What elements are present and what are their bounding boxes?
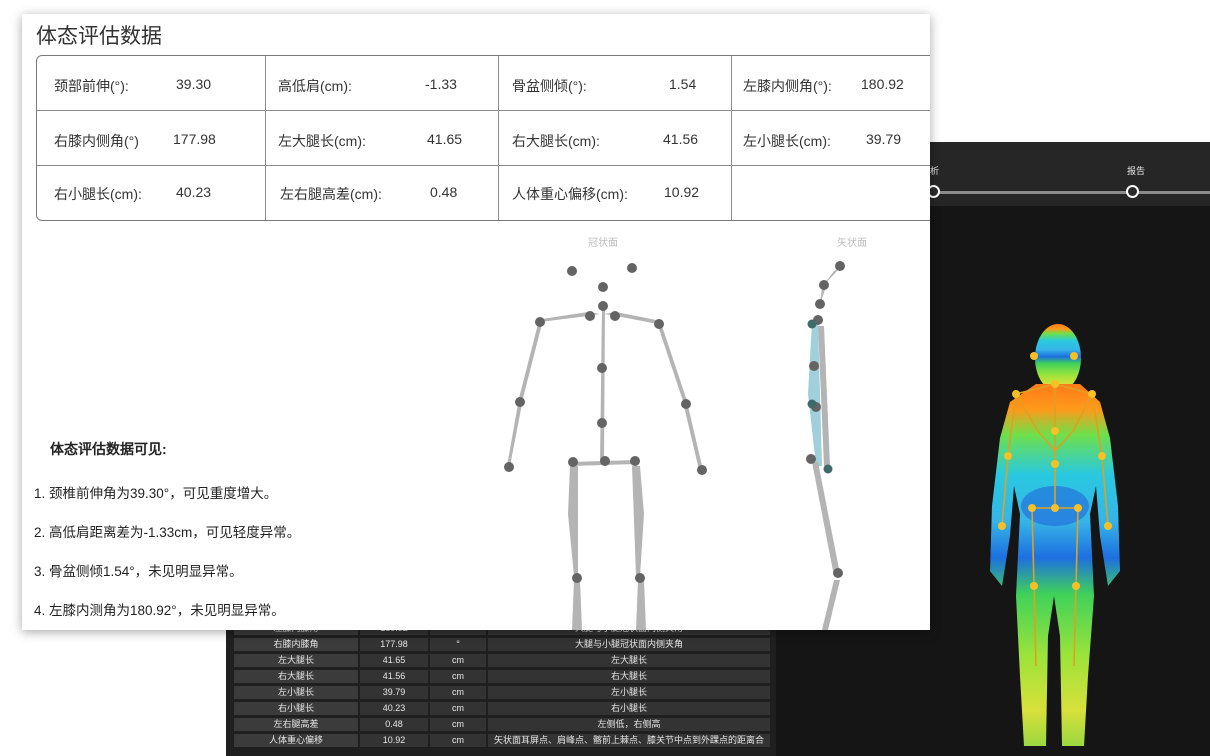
table-row: 右膝内膝角 177.98 ° 大腿与小腿冠状面内侧夹角 bbox=[234, 638, 770, 652]
step-label-report: 报告 bbox=[1127, 166, 1146, 176]
step-knob-report[interactable] bbox=[1126, 185, 1139, 198]
table-row: 左右腿高差 0.48 cm 左侧低，右侧高 bbox=[234, 718, 770, 732]
background-metrics-table: 左膝内膝角 180.92 ° 大腿与小腿冠状面内侧夹角 右膝内膝角 177.98… bbox=[226, 618, 776, 756]
summary-line: 1. 颈椎前伸角为39.30°，可见重度增大。 bbox=[34, 486, 278, 501]
step-label-analysis: 析 bbox=[930, 166, 940, 176]
summary-line: 2. 高低肩距离差为-1.33cm，可见轻度异常。 bbox=[34, 525, 301, 540]
posture-report-card: 体态评估数据 颈部前伸(°): 39.30 高低肩(cm): -1.33 骨盆侧… bbox=[22, 14, 930, 630]
summary-title: 体态评估数据可见: bbox=[50, 441, 167, 457]
summary-line: 3. 骨盆侧倾1.54°，未见明显异常。 bbox=[34, 564, 243, 579]
table-row: 右小腿长 40.23 cm 右小腿长 bbox=[234, 702, 770, 716]
summary-line: 4. 左膝内测角为180.92°，未见明显异常。 bbox=[34, 603, 285, 618]
coronal-joints bbox=[504, 263, 707, 583]
coronal-skeleton bbox=[507, 306, 703, 630]
table-row: 人体重心偏移 10.92 cm 矢状面耳屏点、肩峰点、髂前上棘点、膝关节中点到外… bbox=[234, 734, 770, 748]
table-row: 左大腿长 41.65 cm 左大腿长 bbox=[234, 654, 770, 668]
table-row: 右大腿长 41.56 cm 右大腿长 bbox=[234, 670, 770, 684]
table-row: 左小腿长 39.79 cm 左小腿长 bbox=[234, 686, 770, 700]
